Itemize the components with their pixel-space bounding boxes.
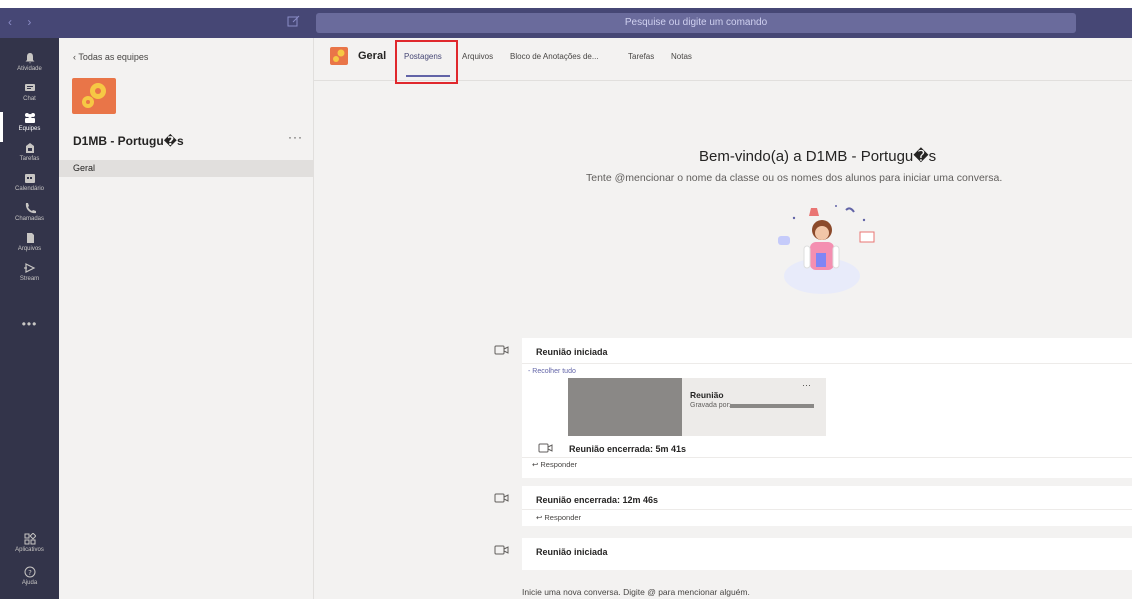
rail-item-ajuda[interactable]: ? Ajuda	[0, 566, 59, 596]
title-bar-strip: ‹ › Pesquise ou digite um comando	[0, 8, 1132, 38]
tab-postagens[interactable]: Postagens	[404, 52, 442, 61]
team-panel: ‹ Todas as equipes D1MB - Portugu�s ··· …	[59, 38, 314, 599]
channel-item-geral[interactable]: Geral	[59, 160, 314, 177]
rail-item-chat[interactable]: Chat	[0, 82, 59, 112]
active-tab-underline	[406, 75, 450, 77]
post-title: Reunião iniciada	[536, 347, 608, 357]
rail-item-label: Tarefas	[19, 156, 40, 162]
welcome-subtitle: Tente @mencionar o nome da classe ou os …	[586, 172, 1003, 184]
rail-item-aplicativos[interactable]: Aplicativos	[0, 533, 59, 563]
bell-icon	[25, 53, 34, 64]
compose-input[interactable]: Inicie uma nova conversa. Digite @ para …	[522, 587, 1132, 599]
title-bar: ‹ › Pesquise ou digite um comando	[0, 0, 1132, 38]
meeting-icon	[494, 345, 509, 355]
reply-label: Responder	[540, 460, 578, 469]
calendar-icon	[24, 174, 35, 183]
reply-button[interactable]: ↩ Responder	[532, 460, 577, 469]
tab-tarefas[interactable]: Tarefas	[628, 52, 654, 61]
meeting-icon	[494, 545, 509, 555]
divider	[522, 457, 1132, 458]
redacted-name	[730, 404, 814, 408]
team-name: D1MB - Portugu�s	[73, 134, 184, 148]
team-more-button[interactable]: ···	[288, 130, 303, 144]
rail-item-atividade[interactable]: Atividade	[0, 52, 59, 82]
rail-item-label: Equipes	[18, 126, 41, 132]
channel-team-icon	[330, 47, 348, 65]
divider	[522, 363, 1132, 364]
rail-item-calendario[interactable]: Calendário	[0, 172, 59, 202]
file-icon	[26, 233, 34, 243]
post-card: Reunião iniciada	[522, 538, 1132, 570]
gears-icon	[333, 49, 345, 62]
compose-icon[interactable]	[287, 14, 301, 28]
recording-thumbnail[interactable]	[568, 378, 682, 436]
welcome-title: Bem-vindo(a) a D1MB - Portugu�s	[699, 148, 937, 165]
back-to-teams-link[interactable]: ‹ Todas as equipes	[73, 52, 148, 62]
reply-label: Responder	[544, 513, 582, 522]
teams-icon	[24, 113, 35, 123]
rail-item-label: Chamadas	[14, 216, 44, 222]
rail-item-label: Atividade	[17, 66, 42, 72]
recording-by-label: Gravada por:	[690, 402, 731, 409]
gears-icon	[82, 83, 106, 108]
rail-more-button[interactable]: •••	[0, 317, 59, 331]
search-input[interactable]: Pesquise ou digite um comando	[316, 13, 1076, 33]
svg-text:?: ?	[28, 569, 32, 577]
rail-item-label: Stream	[19, 276, 40, 282]
post-title: Reunião encerrada: 12m 46s	[536, 495, 659, 505]
divider	[522, 509, 1132, 510]
help-icon: ?	[24, 566, 35, 578]
channel-title: Geral	[358, 50, 387, 62]
rail-item-label: Arquivos	[17, 246, 42, 252]
tab-bloco-anotacoes[interactable]: Bloco de Anotações de...	[510, 52, 599, 61]
assignments-icon	[25, 143, 34, 153]
post-card: Reunião iniciada - Recolher tudo Reunião…	[522, 338, 1132, 478]
channel-header: Geral Postagens Arquivos Bloco de Anotaç…	[314, 38, 1132, 84]
post-title: Reunião iniciada	[536, 547, 608, 557]
tab-arquivos[interactable]: Arquivos	[462, 52, 493, 61]
meeting-ended-label: Reunião encerrada: 5m 41s	[569, 444, 687, 454]
recording-title: Reunião	[690, 390, 724, 400]
rail-item-chamadas[interactable]: Chamadas	[0, 202, 59, 232]
stream-icon	[23, 263, 35, 273]
chat-icon	[24, 84, 35, 91]
apps-icon	[24, 533, 36, 545]
rail-item-label: Aplicativos	[15, 547, 44, 553]
rail-item-label: Chat	[23, 96, 36, 102]
meeting-icon	[538, 443, 553, 453]
tab-notas[interactable]: Notas	[671, 52, 692, 61]
rail-item-label: Ajuda	[21, 580, 38, 586]
recording-card[interactable]: Reunião Gravada por: ···	[682, 378, 826, 436]
phone-icon	[25, 203, 36, 214]
channel-label: Geral	[73, 163, 96, 173]
team-avatar[interactable]	[72, 78, 116, 114]
tab-highlight-box	[395, 40, 458, 84]
reply-button[interactable]: ↩ Responder	[536, 513, 581, 522]
nav-arrows[interactable]: ‹ ›	[8, 15, 37, 29]
post-card: Reunião encerrada: 12m 46s ↩ Responder	[522, 486, 1132, 526]
rail-item-equipes[interactable]: Equipes	[0, 112, 59, 142]
app-rail: Atividade Chat Equipes Tarefas Calendári…	[0, 38, 59, 599]
main-area: Geral Postagens Arquivos Bloco de Anotaç…	[314, 38, 1132, 599]
collapse-all-link[interactable]: - Recolher tudo	[528, 368, 576, 375]
welcome-illustration	[778, 205, 875, 294]
rail-item-arquivos[interactable]: Arquivos	[0, 232, 59, 262]
rail-item-label: Calendário	[14, 186, 45, 192]
recording-more-button[interactable]: ···	[802, 380, 811, 390]
meeting-icon	[494, 493, 509, 503]
rail-item-stream[interactable]: Stream	[0, 262, 59, 292]
rail-item-tarefas[interactable]: Tarefas	[0, 142, 59, 172]
back-link-label: Todas as equipes	[78, 52, 149, 62]
